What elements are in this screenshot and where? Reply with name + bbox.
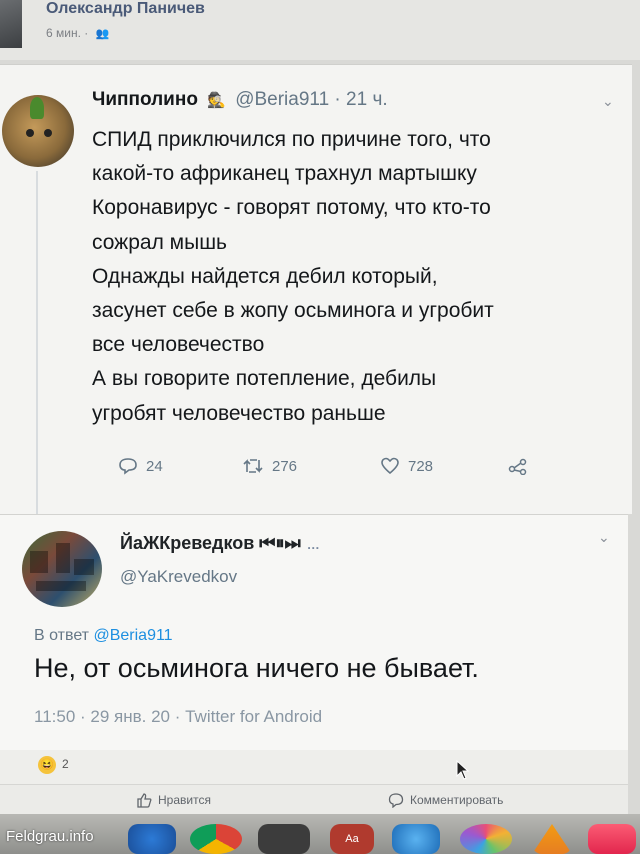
reply-text: Не, от осьминога ничего не бывает. bbox=[34, 653, 479, 683]
reactions-bar: 😆 2 bbox=[0, 750, 628, 784]
reply-to: В ответ @Beria911 bbox=[34, 627, 173, 645]
avatar[interactable] bbox=[22, 531, 102, 607]
vlc-icon[interactable] bbox=[532, 824, 572, 854]
share-button[interactable] bbox=[508, 457, 528, 475]
chevron-down-icon[interactable]: ⌄ bbox=[602, 93, 614, 110]
reply-tweet: ЙаЖКреведков ⏮⏸⏭ … ⌄ @YaKrevedkov В ответ… bbox=[0, 514, 628, 750]
tweet-line: какой-то африканец трахнул мартышку bbox=[92, 162, 477, 186]
chevron-down-icon[interactable]: ⌄ bbox=[598, 529, 610, 546]
gear-app-icon[interactable] bbox=[258, 824, 310, 854]
comment-label: Комментировать bbox=[410, 793, 504, 807]
reply-meta[interactable]: 11:50 · 29 янв. 20 · Twitter for Android bbox=[34, 707, 322, 727]
avatar[interactable] bbox=[0, 0, 22, 48]
tweet-line: все человечество bbox=[92, 333, 265, 357]
reaction-count[interactable]: 2 bbox=[62, 757, 69, 771]
reply-icon bbox=[119, 458, 137, 475]
cursor-icon bbox=[456, 760, 470, 780]
tweet-line: СПИД приключился по причине того, что bbox=[92, 128, 491, 151]
tweet-author-name[interactable]: Чипполино bbox=[92, 89, 198, 110]
share-icon bbox=[508, 458, 527, 475]
reply-to-label: В ответ bbox=[34, 627, 90, 644]
app-icon-blue[interactable] bbox=[128, 824, 176, 854]
retweet-icon bbox=[243, 459, 263, 473]
app-icon-globe[interactable] bbox=[392, 824, 440, 854]
embedded-tweet: Чипполино 🕵 @Beria911 · 21 ч. ⌄ СПИД при… bbox=[0, 64, 632, 515]
like-post-button[interactable]: Нравится bbox=[136, 792, 211, 808]
tweet-text: СПИД приключился по причине того, что ка… bbox=[92, 123, 622, 431]
tweet-line: А вы говорите потепление, дебилы bbox=[92, 367, 437, 391]
tweet-line: угробят человечество раньше bbox=[92, 401, 386, 425]
tweet-actions: 24 276 728 bbox=[118, 457, 598, 481]
avatar[interactable] bbox=[2, 95, 74, 167]
chrome-icon[interactable] bbox=[190, 824, 242, 854]
tweet-line: сожрал мышь bbox=[92, 230, 227, 254]
like-button[interactable]: 728 bbox=[380, 457, 433, 475]
tweet-handle[interactable]: @Beria911 bbox=[235, 89, 329, 110]
heart-icon bbox=[381, 457, 399, 475]
tweet-line: Коронавирус - говорят потому, что кто-то bbox=[92, 196, 491, 220]
reply-author-name-text: ЙаЖКреведков ⏮⏸⏭ bbox=[120, 533, 301, 553]
tweet-time[interactable]: · 21 ч. bbox=[334, 89, 387, 110]
reply-button[interactable]: 24 bbox=[118, 457, 163, 475]
thumbs-up-icon bbox=[137, 793, 152, 808]
post-actions: Нравится Комментировать bbox=[0, 784, 628, 814]
dictionary-icon[interactable]: Aa bbox=[330, 824, 374, 854]
tweet-line: Однажды найдется дебил который, bbox=[92, 264, 438, 288]
music-icon[interactable] bbox=[588, 824, 636, 854]
retweet-button[interactable]: 276 bbox=[242, 457, 297, 475]
dock: Aa bbox=[0, 814, 640, 854]
post-author[interactable]: Олександр Паничев bbox=[46, 0, 205, 18]
tweet-header: Чипполино 🕵 @Beria911 · 21 ч. bbox=[92, 89, 388, 111]
reply-to-handle-link[interactable]: @Beria911 bbox=[93, 627, 172, 644]
comment-button[interactable]: Комментировать bbox=[388, 792, 503, 808]
photos-icon[interactable] bbox=[460, 824, 512, 854]
post-time: 6 мин. · 👥 bbox=[46, 26, 109, 40]
tweet-line: засунет себе в жопу осьминога и угробит bbox=[92, 299, 494, 323]
reply-handle[interactable]: @YaKrevedkov bbox=[120, 567, 237, 587]
post-header: Олександр Паничев 6 мин. · 👥 bbox=[0, 0, 640, 60]
like-post-label: Нравится bbox=[158, 793, 211, 807]
emoji-icon: 🕵 bbox=[207, 92, 226, 109]
retweet-count: 276 bbox=[272, 457, 298, 475]
thread-line bbox=[36, 171, 38, 515]
friends-icon: 👥 bbox=[95, 28, 110, 40]
watermark: Feldgrau.info bbox=[6, 828, 94, 845]
laugh-emoji-icon[interactable]: 😆 bbox=[38, 756, 56, 774]
reply-author-name[interactable]: ЙаЖКреведков ⏮⏸⏭ … bbox=[120, 533, 320, 554]
speech-bubble-icon: … bbox=[306, 537, 320, 552]
like-count: 728 bbox=[408, 457, 434, 475]
reply-count: 24 bbox=[146, 457, 163, 475]
post-time-text[interactable]: 6 мин. · bbox=[46, 26, 88, 40]
comment-icon bbox=[388, 793, 404, 808]
